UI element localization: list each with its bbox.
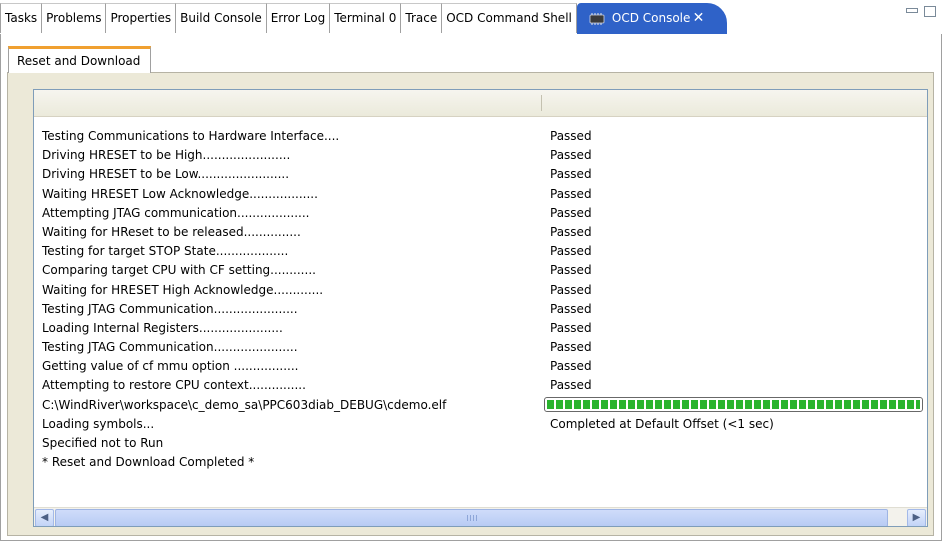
list-item[interactable]: Testing Communications to Hardware Inter… xyxy=(34,127,927,146)
view-window-controls xyxy=(906,6,936,17)
step-text: Loading symbols... xyxy=(42,416,155,431)
view-tab-bar: Tasks Problems Properties Build Console … xyxy=(0,0,942,35)
step-text: * Reset and Download Completed * xyxy=(42,455,255,470)
step-text: Waiting for HRESET High Acknowledge.....… xyxy=(42,282,324,297)
step-text: C:\WindRiver\workspace\c_demo_sa\PPC603d… xyxy=(42,397,447,412)
step-text: Testing Communications to Hardware Inter… xyxy=(42,129,340,143)
tab-problems[interactable]: Problems xyxy=(42,3,107,33)
status-text: Passed xyxy=(550,205,592,220)
status-text: Passed xyxy=(550,244,592,259)
view-tabs: Tasks Problems Properties Build Console … xyxy=(0,3,728,34)
results-list[interactable]: Testing Communications to Hardware Inter… xyxy=(33,89,928,527)
column-header xyxy=(34,90,927,117)
list-item[interactable]: Testing for target STOP State...........… xyxy=(34,242,927,261)
list-item[interactable]: Testing JTAG Communication..............… xyxy=(34,338,927,357)
status-text: Passed xyxy=(550,301,592,316)
list-item[interactable]: Loading symbols... Completed at Default O… xyxy=(34,415,927,434)
tab-trace[interactable]: Trace xyxy=(401,3,443,33)
grip-icon xyxy=(466,515,477,521)
step-text: Attempting to restore CPU context.......… xyxy=(42,378,306,393)
step-text: Driving HRESET to be Low................… xyxy=(42,167,290,182)
scroll-left-icon[interactable]: ◀ xyxy=(35,509,54,526)
horizontal-scrollbar[interactable]: ◀ ▶ xyxy=(34,507,927,526)
status-text: Passed xyxy=(550,129,592,143)
tab-error-log[interactable]: Error Log xyxy=(266,3,331,33)
list-item[interactable]: Getting value of cf mmu option .........… xyxy=(34,357,927,376)
status-text: Passed xyxy=(550,224,592,239)
tab-terminal-0[interactable]: Terminal 0 xyxy=(330,3,402,33)
status-text: Passed xyxy=(550,340,592,355)
list-item[interactable]: C:\WindRiver\workspace\c_demo_sa\PPC603d… xyxy=(34,396,927,415)
tab-build-console[interactable]: Build Console xyxy=(176,3,267,33)
list-item[interactable]: Attempting to restore CPU context.......… xyxy=(34,376,927,395)
status-text: Passed xyxy=(550,359,592,374)
ocd-console-view: Reset and Download Testing Communication… xyxy=(0,34,942,541)
subtab-reset-and-download[interactable]: Reset and Download xyxy=(8,46,152,73)
step-text: Comparing target CPU with CF setting....… xyxy=(42,263,316,278)
status-text: Passed xyxy=(550,378,592,393)
step-text: Waiting for HReset to be released.......… xyxy=(42,224,301,239)
column-divider[interactable] xyxy=(541,95,542,111)
list-item[interactable]: Waiting for HRESET High Acknowledge.....… xyxy=(34,281,927,300)
step-text: Driving HRESET to be High...............… xyxy=(42,148,291,163)
step-text: Specified not to Run xyxy=(42,436,164,450)
status-text: Passed xyxy=(550,148,592,163)
step-text: Testing JTAG Communication..............… xyxy=(42,301,298,316)
status-text: Passed xyxy=(550,320,592,335)
list-item[interactable]: Attempting JTAG communication...........… xyxy=(34,204,927,223)
list-item[interactable]: * Reset and Download Completed * xyxy=(34,453,927,472)
download-progress-bar xyxy=(544,396,923,412)
chip-icon xyxy=(589,12,605,25)
tab-properties[interactable]: Properties xyxy=(106,3,177,33)
list-item[interactable]: Waiting for HReset to be released.......… xyxy=(34,223,927,242)
progress-fill xyxy=(547,399,920,409)
status-text: Passed xyxy=(550,263,592,278)
reset-download-panel: Testing Communications to Hardware Inter… xyxy=(7,72,934,536)
tab-tasks[interactable]: Tasks xyxy=(0,3,43,33)
step-text: Attempting JTAG communication...........… xyxy=(42,205,310,220)
list-item[interactable]: Loading Internal Registers..............… xyxy=(34,319,927,338)
list-item[interactable]: Waiting HRESET Low Acknowledge..........… xyxy=(34,185,927,204)
maximize-icon[interactable] xyxy=(924,6,936,17)
list-item[interactable]: Specified not to Run xyxy=(34,434,927,453)
step-text: Testing for target STOP State...........… xyxy=(42,244,289,259)
list-item[interactable]: Driving HRESET to be Low................… xyxy=(34,165,927,184)
tab-ocd-command-shell[interactable]: OCD Command Shell xyxy=(442,3,577,33)
status-text: Passed xyxy=(550,167,592,182)
result-rows: Testing Communications to Hardware Inter… xyxy=(34,127,927,472)
step-text: Waiting HRESET Low Acknowledge..........… xyxy=(42,186,318,201)
tab-ocd-console[interactable]: OCD Console ✕ xyxy=(576,3,728,34)
status-text: Completed at Default Offset (<1 sec) xyxy=(550,416,774,431)
step-text: Testing JTAG Communication..............… xyxy=(42,340,298,355)
list-item[interactable]: Driving HRESET to be High...............… xyxy=(34,146,927,165)
scrollbar-thumb[interactable] xyxy=(55,509,888,526)
minimize-icon[interactable] xyxy=(906,8,918,13)
step-text: Getting value of cf mmu option .........… xyxy=(42,359,299,374)
step-text: Loading Internal Registers..............… xyxy=(42,320,283,335)
list-item[interactable]: Testing JTAG Communication..............… xyxy=(34,300,927,319)
close-icon[interactable]: ✕ xyxy=(693,4,705,33)
scroll-right-icon[interactable]: ▶ xyxy=(907,509,926,526)
tab-ocd-console-label: OCD Console xyxy=(611,11,691,25)
status-text: Passed xyxy=(550,186,592,201)
list-item[interactable]: Comparing target CPU with CF setting....… xyxy=(34,261,927,280)
status-text: Passed xyxy=(550,282,592,297)
